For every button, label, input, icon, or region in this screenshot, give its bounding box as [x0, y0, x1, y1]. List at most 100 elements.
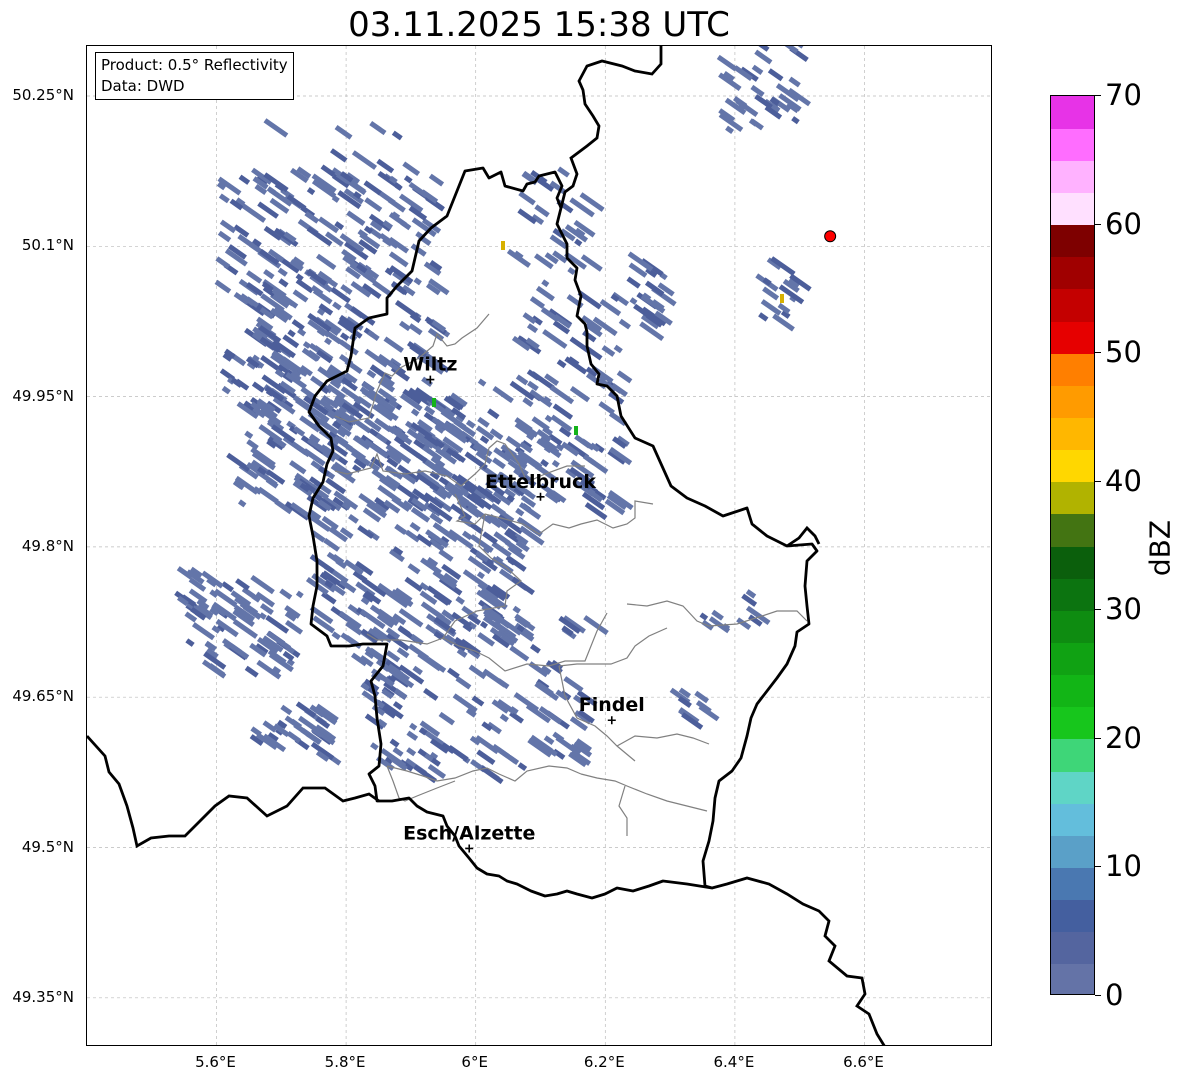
radar-echo [426, 656, 447, 673]
radar-echo [185, 638, 195, 647]
colorbar-tick-label: 0 [1105, 978, 1124, 1012]
city-label: Findel [579, 694, 645, 716]
radar-echo [527, 380, 539, 392]
radar-echo [219, 219, 237, 234]
radar-echo [492, 457, 506, 470]
colorbar-tick-label: 70 [1105, 78, 1142, 112]
colorbar-segment [1051, 963, 1094, 994]
colorbar-segment [1051, 674, 1094, 708]
radar-echo [214, 279, 232, 294]
latitude-label: 49.35°N [12, 987, 74, 1006]
radar-echo [495, 746, 510, 759]
canton-boundary [616, 733, 710, 747]
radar-echo [428, 173, 445, 187]
radar-echo [506, 248, 531, 268]
radar-echo [251, 381, 265, 393]
radar-echo [235, 578, 250, 591]
radar-echo [324, 337, 333, 346]
colorbar-tick-mark [1095, 866, 1101, 868]
radar-echo-strong [780, 294, 784, 303]
colorbar-tick-mark [1095, 223, 1101, 225]
radar-echo [599, 298, 622, 317]
radar-echo [772, 313, 795, 332]
radar-echo [774, 46, 799, 54]
colorbar-segment [1051, 899, 1094, 933]
radar-echo [330, 148, 348, 163]
radar-echo [286, 731, 302, 744]
radar-echo [217, 230, 232, 243]
radar-echo [408, 181, 429, 198]
colorbar-segment [1051, 353, 1094, 386]
colorbar-segment [1051, 224, 1094, 258]
radar-echo [791, 116, 800, 125]
radar-echo [280, 704, 293, 716]
radar-echo [601, 345, 616, 357]
radar-echo [698, 704, 720, 722]
radar-echo [557, 166, 570, 178]
radar-echo [758, 312, 769, 322]
radar-echo [406, 730, 419, 741]
radar-echo [348, 514, 359, 524]
radar-echo [363, 180, 382, 196]
radar-echo [517, 762, 528, 771]
longitude-label: 5.6°E [195, 1053, 236, 1071]
radar-echo [409, 521, 421, 532]
radar-echo-strong [432, 398, 436, 407]
radar-map-canvas: Wiltz Ettelbruck Findel Esch/Alzette [87, 46, 991, 1045]
radar-echo [306, 187, 316, 196]
radar-echo [616, 370, 633, 384]
colorbar-label: dBZ [1143, 519, 1177, 577]
radar-echo [295, 278, 314, 294]
radar-echo [257, 486, 279, 504]
radar-echo [407, 563, 421, 575]
city-marker: Wiltz [403, 354, 457, 384]
latitude-label: 49.95°N [12, 386, 74, 405]
radar-echo [376, 158, 395, 174]
radar-echo [279, 588, 293, 600]
radar-echo [526, 323, 539, 334]
radar-echo [398, 608, 424, 628]
canton-boundary [580, 773, 708, 812]
colorbar-segment [1051, 513, 1094, 547]
radar-echo [574, 238, 583, 247]
colorbar-segment [1051, 706, 1094, 740]
radar-echo [346, 210, 366, 226]
colorbar-segment [1051, 835, 1094, 869]
radar-echo [394, 523, 408, 535]
radar-echo [613, 344, 623, 354]
radar-echo [426, 585, 453, 606]
longitude-label: 5.8°E [324, 1053, 366, 1071]
radar-echo [285, 619, 304, 635]
radar-echo-strong [501, 241, 505, 250]
germany-france-border [711, 876, 886, 1045]
longitude-label: 6.6°E [843, 1053, 884, 1071]
radar-echo [321, 591, 337, 605]
radar-echo [244, 430, 254, 440]
city-cross-icon [536, 492, 545, 501]
latitude-label: 50.1°N [21, 236, 74, 255]
radar-echo [218, 193, 230, 204]
radar-map[interactable]: Wiltz Ettelbruck Findel Esch/Alzette [86, 45, 992, 1046]
radar-echo [476, 571, 485, 580]
radar-echo [767, 68, 784, 82]
colorbar-tick-label: 10 [1105, 849, 1142, 884]
radar-echo [499, 713, 509, 723]
radar-echo [567, 266, 576, 276]
radar-echo [455, 596, 465, 605]
radar-echo [505, 435, 522, 450]
map-title: 03.11.2025 15:38 UTC [348, 5, 730, 45]
radar-echo [263, 269, 275, 280]
colorbar-segment [1051, 803, 1094, 836]
colorbar-segment [1051, 931, 1094, 965]
colorbar-segment [1051, 288, 1094, 322]
radar-echo [237, 499, 247, 508]
radar-echo [438, 711, 455, 726]
radar-site-marker[interactable] [824, 230, 837, 243]
colorbar-segment [1051, 128, 1094, 161]
canton-boundary [558, 627, 668, 667]
longitude-label: 6°E [461, 1053, 488, 1071]
radar-echo [191, 622, 215, 641]
colorbar-tick-label: 20 [1105, 720, 1142, 755]
radar-echo [340, 332, 350, 341]
latitude-label: 50.25°N [12, 86, 74, 104]
